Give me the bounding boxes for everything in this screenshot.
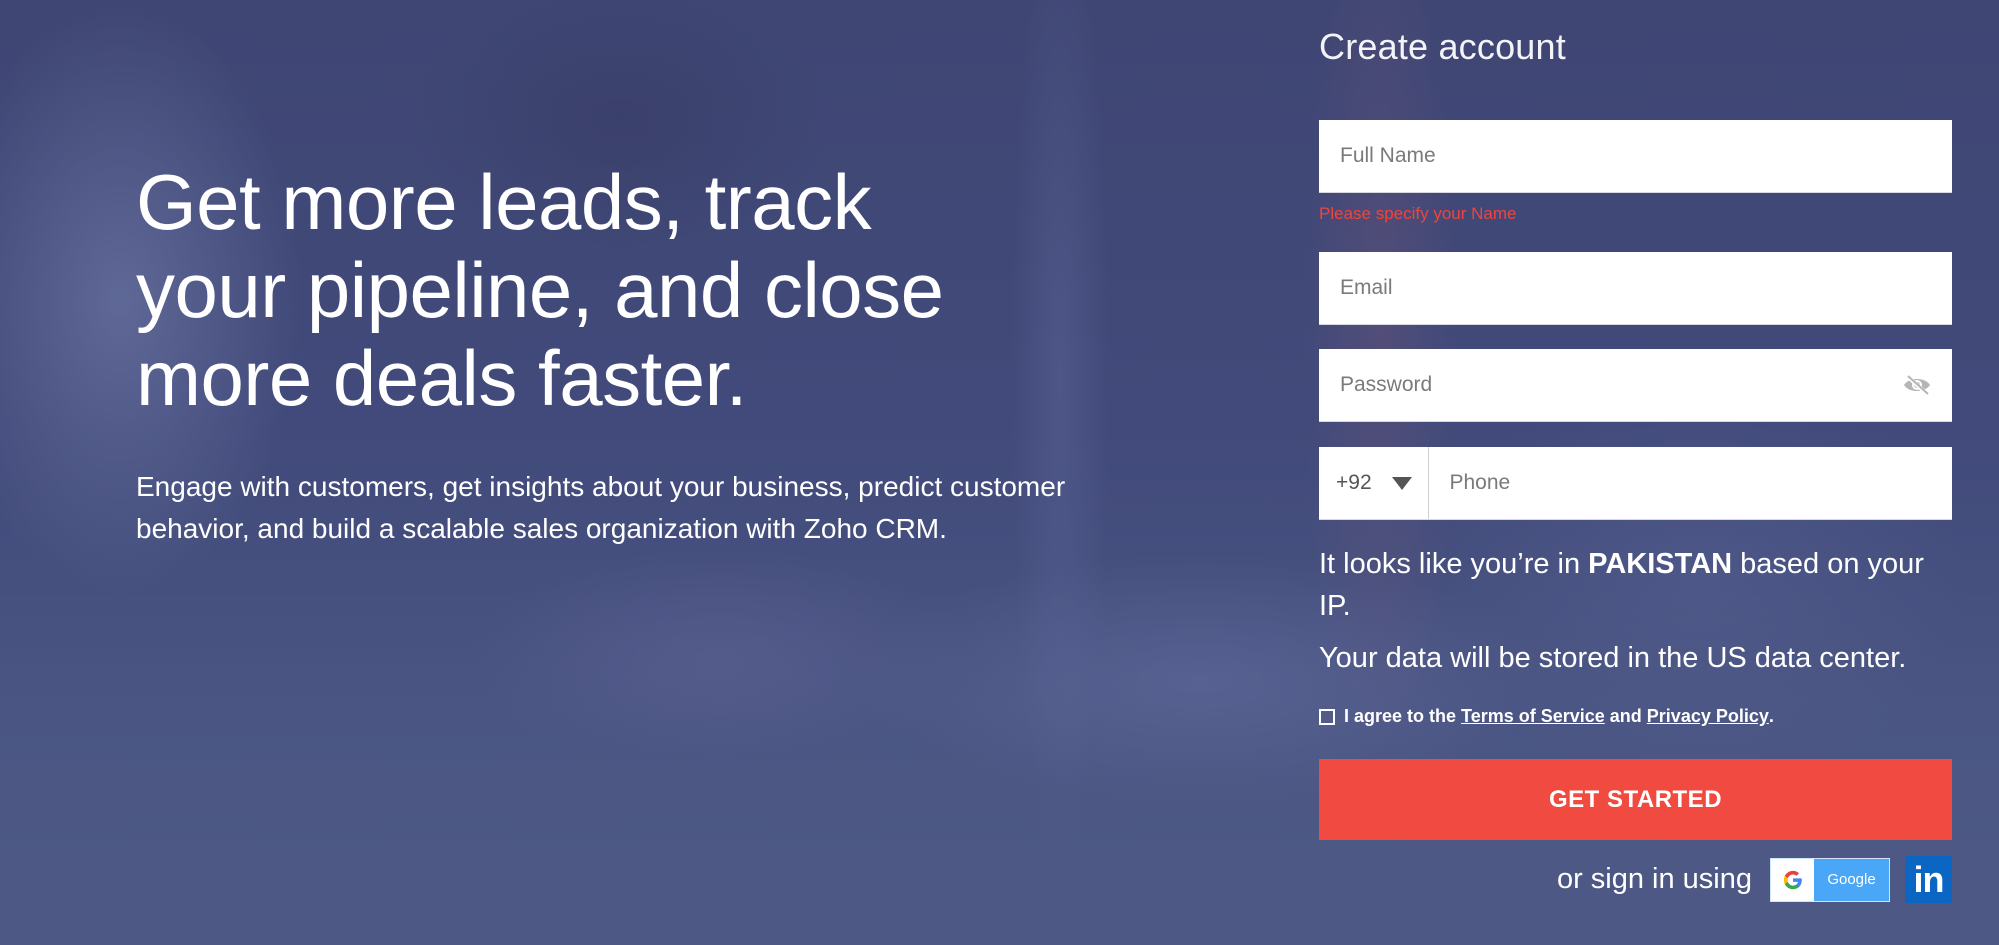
password-input[interactable] [1319,349,1952,421]
hero-headline: Get more leads, track your pipeline, and… [136,158,944,422]
agree-end: . [1768,706,1774,726]
email-input[interactable] [1319,252,1952,324]
agree-text: I agree to the [1344,706,1457,726]
data-center-note: Your data will be stored in the US data … [1319,642,1907,674]
full-name-error: Please specify your Name [1319,204,1517,223]
email-field-wrapper [1319,252,1952,325]
phone-input[interactable] [1429,447,1952,519]
agree-and-text: and [1609,706,1642,726]
form-title: Create account [1319,26,1566,67]
google-signin-button[interactable]: Google [1770,857,1890,902]
social-signin: or sign in using Google in [1557,856,1952,903]
google-label: Google [1827,871,1876,888]
eye-slash-icon[interactable] [1902,374,1932,396]
ip-location-note: It looks like you’re in PAKISTAN based o… [1319,543,1952,627]
country-code-value: +92 [1336,471,1372,494]
social-signin-label: or sign in using [1556,863,1752,895]
get-started-button[interactable]: GET STARTED [1319,759,1952,840]
full-name-field-wrapper [1319,120,1952,193]
full-name-input[interactable] [1319,120,1952,192]
linkedin-signin-button[interactable]: in [1905,856,1952,903]
linkedin-logo-icon: in [1913,858,1945,900]
terms-checkbox[interactable] [1319,708,1335,725]
privacy-policy-link[interactable]: Privacy Policy [1647,706,1769,727]
ip-note-prefix: It looks like you’re in [1319,548,1589,580]
country-code-select[interactable]: +92 [1319,447,1430,519]
password-field-wrapper [1319,349,1952,422]
hero-description: Engage with customers, get insights abou… [136,471,1066,544]
terms-of-service-link[interactable]: Terms of Service [1461,706,1605,727]
dropdown-arrow-icon [1392,476,1413,490]
phone-field-wrapper: +92 [1319,447,1952,520]
terms-agreement: I agree to the Terms of Service and Priv… [1319,706,1774,727]
ip-note-country: PAKISTAN [1588,548,1733,580]
hero-section: Get more leads, track your pipeline, and… [136,158,1096,550]
google-logo-icon [1771,858,1814,901]
